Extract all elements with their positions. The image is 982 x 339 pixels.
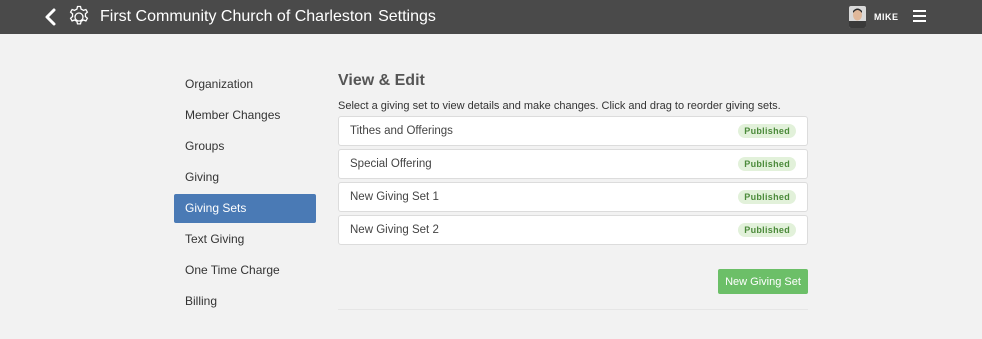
main-content: View & Edit Select a giving set to view … — [338, 70, 808, 294]
divider — [338, 309, 808, 310]
giving-set-row[interactable]: Tithes and Offerings Published — [338, 116, 808, 146]
giving-set-list: Tithes and Offerings Published Special O… — [338, 116, 808, 245]
sidebar-item-member-changes[interactable]: Member Changes — [174, 101, 316, 130]
page-header-title: First Community Church of Charleston Sett… — [100, 0, 436, 34]
status-badge: Published — [738, 124, 796, 138]
giving-set-name: New Giving Set 2 — [350, 224, 439, 236]
status-badge: Published — [738, 223, 796, 237]
hamburger-menu-icon[interactable] — [913, 10, 926, 23]
giving-set-row[interactable]: New Giving Set 2 Published — [338, 215, 808, 245]
giving-set-row[interactable]: New Giving Set 1 Published — [338, 182, 808, 212]
top-bar: First Community Church of Charleston Sett… — [0, 0, 982, 34]
sidebar-item-giving[interactable]: Giving — [174, 163, 316, 192]
status-badge: Published — [738, 190, 796, 204]
page-description: Select a giving set to view details and … — [338, 100, 781, 112]
sidebar-item-text-giving[interactable]: Text Giving — [174, 225, 316, 254]
sidebar-item-one-time-charge[interactable]: One Time Charge — [174, 256, 316, 285]
chevron-left-icon[interactable] — [44, 7, 58, 27]
giving-set-name: New Giving Set 1 — [350, 191, 439, 203]
avatar[interactable] — [849, 6, 866, 28]
section-name: Settings — [378, 8, 436, 25]
sidebar-item-groups[interactable]: Groups — [174, 132, 316, 161]
organization-name: First Community Church of Charleston — [100, 8, 373, 25]
sidebar-item-billing[interactable]: Billing — [174, 287, 316, 316]
giving-set-name: Tithes and Offerings — [350, 125, 453, 137]
page-title: View & Edit — [338, 72, 425, 89]
giving-set-row[interactable]: Special Offering Published — [338, 149, 808, 179]
new-giving-set-button[interactable]: New Giving Set — [718, 269, 808, 294]
sidebar-item-organization[interactable]: Organization — [174, 70, 316, 99]
giving-set-name: Special Offering — [350, 158, 432, 170]
sidebar-item-giving-sets[interactable]: Giving Sets — [174, 194, 316, 223]
gear-icon — [69, 5, 89, 25]
status-badge: Published — [738, 157, 796, 171]
user-name[interactable]: MIKE — [874, 0, 899, 34]
settings-sidebar: Organization Member Changes Groups Givin… — [174, 70, 316, 318]
